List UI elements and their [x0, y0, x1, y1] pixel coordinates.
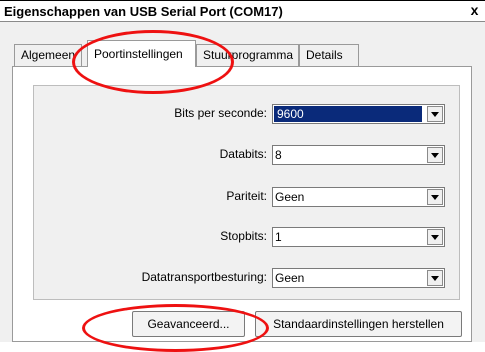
close-button[interactable]: x	[466, 3, 483, 19]
title-bar: Eigenschappen van USB Serial Port (COM17…	[0, 0, 485, 22]
parity-label: Pariteit:	[226, 189, 267, 203]
tab-stuurprogramma[interactable]: Stuurprogramma	[196, 44, 299, 66]
bits-per-second-select[interactable]: 9600	[272, 104, 445, 124]
parity-select[interactable]: Geen	[272, 187, 445, 207]
chevron-down-icon[interactable]	[427, 106, 443, 122]
restore-defaults-button[interactable]: Standaardinstellingen herstellen	[255, 311, 462, 337]
chevron-down-icon[interactable]	[427, 189, 443, 205]
flow-control-value: Geen	[275, 271, 305, 285]
tab-poortinstellingen[interactable]: Poortinstellingen	[87, 40, 196, 67]
bits-per-second-value: 9600	[274, 106, 422, 122]
parity-value: Geen	[275, 190, 305, 204]
stopbits-select[interactable]: 1	[272, 227, 445, 247]
databits-select[interactable]: 8	[272, 145, 445, 165]
tab-details[interactable]: Details	[299, 44, 359, 66]
flow-control-label: Datatransportbesturing:	[141, 270, 267, 284]
advanced-button[interactable]: Geavanceerd...	[132, 311, 245, 337]
chevron-down-icon[interactable]	[427, 270, 443, 286]
tab-algemeen[interactable]: Algemeen	[14, 44, 82, 66]
flow-control-select[interactable]: Geen	[272, 268, 445, 288]
stopbits-value: 1	[275, 230, 282, 244]
window-title: Eigenschappen van USB Serial Port (COM17…	[4, 4, 283, 19]
databits-value: 8	[275, 148, 282, 162]
databits-label: Databits:	[219, 147, 267, 161]
stopbits-label: Stopbits:	[220, 229, 267, 243]
chevron-down-icon[interactable]	[427, 147, 443, 163]
chevron-down-icon[interactable]	[427, 229, 443, 245]
bits-per-second-label: Bits per seconde:	[174, 106, 267, 120]
